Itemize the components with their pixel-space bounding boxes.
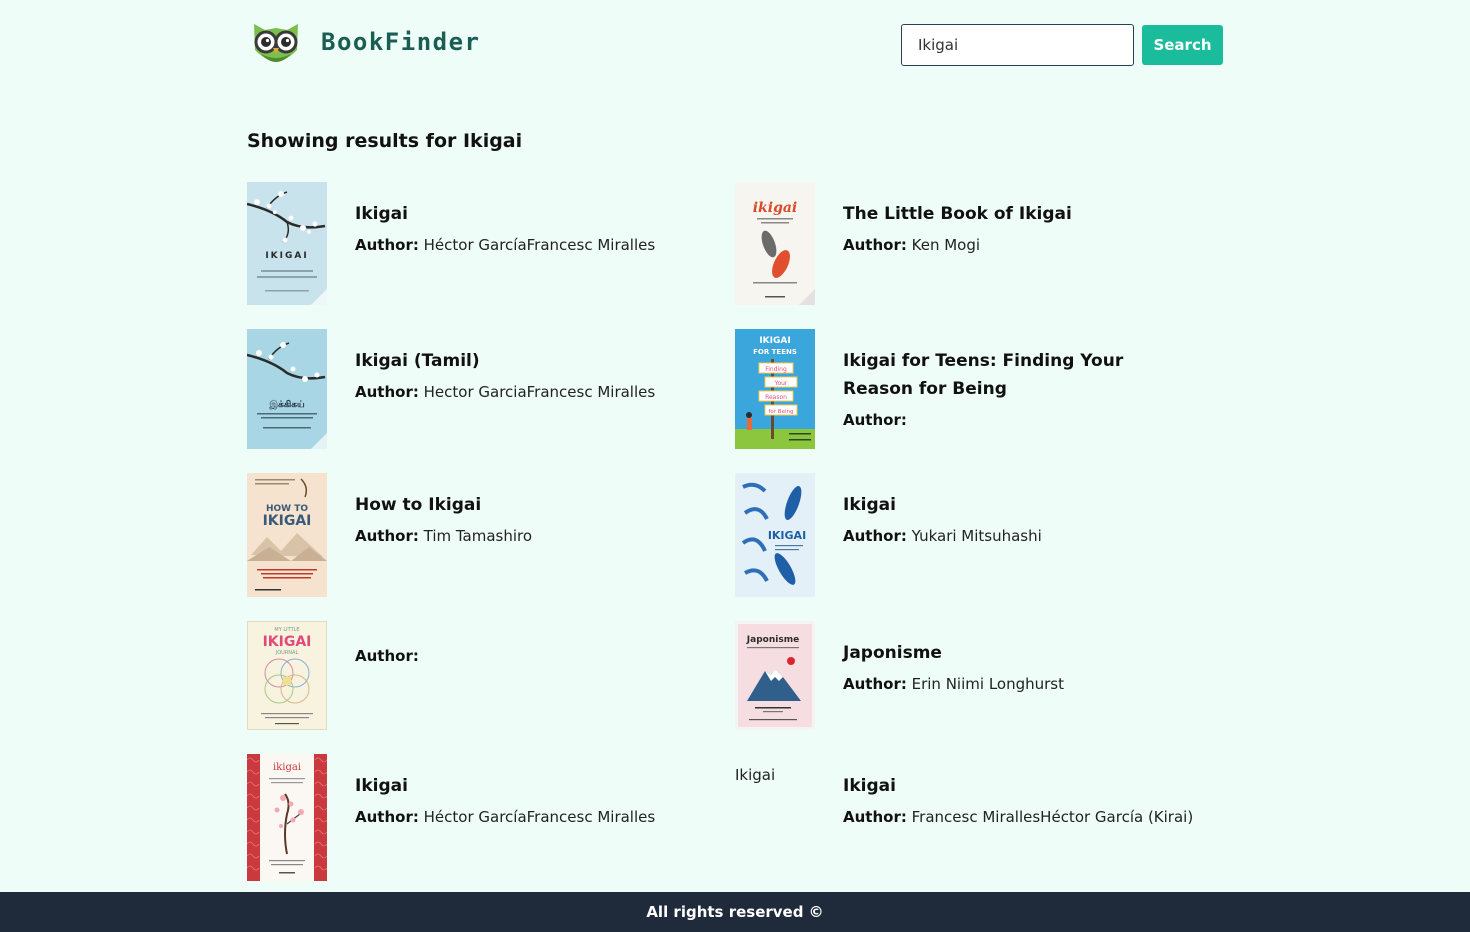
- author-label: Author:: [355, 808, 419, 826]
- author-line: Author: Hector GarciaFrancesc Miralles: [355, 381, 707, 403]
- book-card[interactable]: IKIGAI Ikigai Author: Héctor GarcíaFranc…: [247, 182, 707, 312]
- book-card[interactable]: MY LITTLE IKIGAI JOURNAL Author:: [247, 621, 707, 751]
- book-cover[interactable]: IKIGAI: [735, 473, 815, 597]
- author-line: Author: Héctor GarcíaFrancesc Miralles: [355, 234, 707, 256]
- book-title[interactable]: Ikigai: [843, 772, 1195, 800]
- book-title[interactable]: Ikigai: [355, 772, 707, 800]
- little-book-ikigai-cover-image: ikigai: [735, 182, 815, 305]
- book-cover[interactable]: இக்கிகய்: [247, 329, 327, 449]
- svg-text:for Being: for Being: [769, 409, 794, 415]
- svg-text:MY LITTLE: MY LITTLE: [274, 627, 299, 633]
- book-cover[interactable]: Japonisme: [735, 621, 815, 730]
- footer: All rights reserved ©: [0, 892, 1470, 932]
- author-label: Author:: [843, 527, 907, 545]
- book-cover-alt-text[interactable]: Ikigai: [735, 766, 775, 784]
- owl-logo-icon[interactable]: [251, 20, 301, 68]
- book-cover[interactable]: HOW TO IKIGAI: [247, 473, 327, 597]
- svg-text:ikigai: ikigai: [753, 200, 798, 216]
- author-name: Erin Niimi Longhurst: [911, 675, 1064, 693]
- book-card[interactable]: ikigai Ikigai Author: Héctor GarcíaFranc…: [247, 754, 707, 884]
- author-label: Author:: [355, 236, 419, 254]
- author-name: Francesc MirallesHéctor García (Kirai): [911, 808, 1194, 826]
- svg-text:FOR TEENS: FOR TEENS: [753, 348, 797, 356]
- book-title[interactable]: Ikigai: [843, 491, 1195, 519]
- results-heading: Showing results for Ikigai: [247, 130, 523, 152]
- book-cover[interactable]: IKIGAI: [247, 182, 327, 305]
- author-name: Héctor GarcíaFrancesc Miralles: [423, 808, 656, 826]
- author-line: Author: Héctor GarcíaFrancesc Miralles: [355, 806, 707, 828]
- author-line: Author: Erin Niimi Longhurst: [843, 673, 1195, 695]
- ikigai-teens-cover-image: IKIGAI FOR TEENS Finding Your Reason for…: [735, 329, 815, 449]
- book-cover[interactable]: MY LITTLE IKIGAI JOURNAL: [247, 621, 327, 730]
- svg-text:IKIGAI: IKIGAI: [265, 251, 308, 261]
- author-name: Yukari Mitsuhashi: [911, 527, 1042, 545]
- how-to-ikigai-cover-image: HOW TO IKIGAI: [247, 473, 327, 597]
- page-container: BookFinder Search Showing results for Ik…: [247, 0, 1223, 881]
- svg-text:IKIGAI: IKIGAI: [263, 634, 312, 650]
- ikigai-fish-cover-image: IKIGAI: [735, 473, 815, 597]
- svg-text:ikigai: ikigai: [273, 762, 301, 773]
- author-label: Author:: [355, 527, 419, 545]
- book-title[interactable]: How to Ikigai: [355, 491, 707, 519]
- book-cover[interactable]: ikigai: [735, 182, 815, 305]
- svg-text:IKIGAI: IKIGAI: [768, 529, 806, 542]
- author-name: Hector GarciaFrancesc Miralles: [423, 383, 656, 401]
- book-title[interactable]: Ikigai (Tamil): [355, 347, 707, 375]
- author-label: Author:: [355, 383, 419, 401]
- search-button[interactable]: Search: [1142, 25, 1223, 65]
- brand-name[interactable]: BookFinder: [321, 28, 481, 56]
- author-name: Tim Tamashiro: [423, 527, 533, 545]
- book-card[interactable]: Japonisme Japonisme Author: Erin Niimi L…: [735, 621, 1195, 751]
- author-label: Author:: [843, 675, 907, 693]
- author-line: Author: Yukari Mitsuhashi: [843, 525, 1195, 547]
- svg-text:Japonisme: Japonisme: [746, 635, 799, 645]
- svg-text:IKIGAI: IKIGAI: [263, 513, 312, 529]
- author-line: Author: Tim Tamashiro: [355, 525, 707, 547]
- my-little-ikigai-journal-cover-image: MY LITTLE IKIGAI JOURNAL: [247, 621, 327, 730]
- author-name: Héctor GarcíaFrancesc Miralles: [423, 236, 656, 254]
- header: BookFinder Search: [247, 0, 1223, 90]
- ikigai-red-cover-image: ikigai: [247, 754, 327, 881]
- book-card[interactable]: IKIGAI FOR TEENS Finding Your Reason for…: [735, 329, 1195, 459]
- book-title[interactable]: Japonisme: [843, 639, 1195, 667]
- ikigai-tamil-cover-image: இக்கிகய்: [247, 329, 327, 449]
- svg-text:Finding: Finding: [765, 366, 787, 373]
- author-label: Author:: [843, 808, 907, 826]
- author-line: Author: Francesc MirallesHéctor García (…: [843, 806, 1195, 828]
- book-title[interactable]: Ikigai for Teens: Finding Your Reason fo…: [843, 347, 1195, 403]
- svg-text:IKIGAI: IKIGAI: [759, 336, 790, 346]
- book-card[interactable]: HOW TO IKIGAI How to Ikigai Author: Tim …: [247, 473, 707, 603]
- book-title[interactable]: Ikigai: [355, 200, 707, 228]
- book-title[interactable]: The Little Book of Ikigai: [843, 200, 1195, 228]
- author-line: Author:: [355, 645, 707, 667]
- book-cover[interactable]: IKIGAI FOR TEENS Finding Your Reason for…: [735, 329, 815, 449]
- svg-text:Your: Your: [774, 380, 788, 387]
- author-line: Author: Ken Mogi: [843, 234, 1195, 256]
- author-line: Author:: [843, 409, 1195, 431]
- japonisme-cover-image: Japonisme: [735, 621, 815, 730]
- ikigai-blossom-cover-image: IKIGAI: [247, 182, 327, 305]
- svg-text:Reason: Reason: [765, 394, 787, 401]
- author-label: Author:: [843, 411, 907, 429]
- author-name: Ken Mogi: [911, 236, 981, 254]
- footer-text: All rights reserved ©: [646, 903, 824, 921]
- book-card[interactable]: Ikigai Ikigai Author: Francesc MirallesH…: [735, 754, 1195, 884]
- svg-text:JOURNAL: JOURNAL: [275, 650, 299, 656]
- book-cover[interactable]: ikigai: [247, 754, 327, 881]
- book-card[interactable]: ikigai The Little Book of Ikigai Author:…: [735, 182, 1195, 312]
- author-label: Author:: [843, 236, 907, 254]
- book-card[interactable]: இக்கிகய் Ikigai (Tamil) Author: Hector G…: [247, 329, 707, 459]
- svg-text:இக்கிகய்: இக்கிகய்: [268, 399, 305, 410]
- search-input[interactable]: [901, 24, 1134, 66]
- book-card[interactable]: IKIGAI Ikigai Author: Yukari Mitsuhashi: [735, 473, 1195, 603]
- author-label: Author:: [355, 647, 419, 665]
